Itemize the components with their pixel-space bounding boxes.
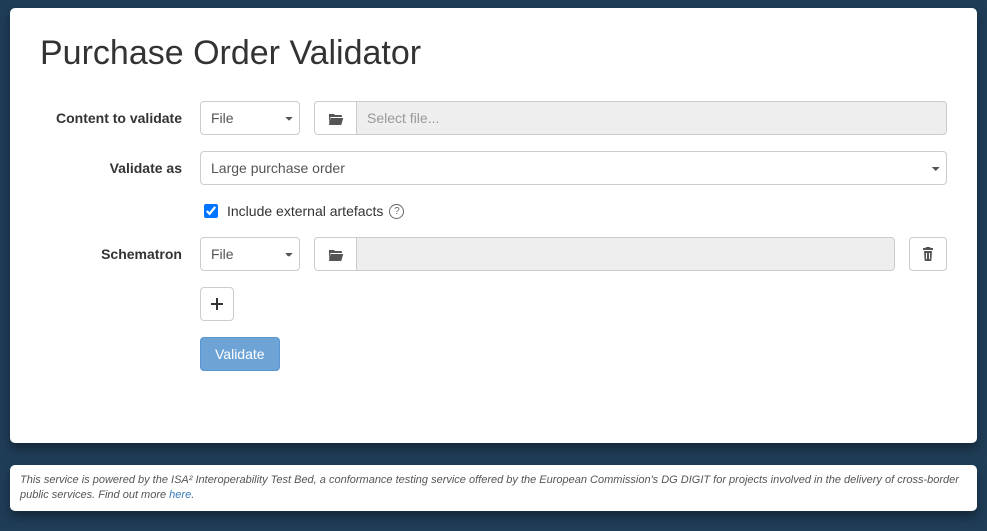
- folder-open-icon: [328, 112, 344, 125]
- schematron-browse-button[interactable]: [314, 237, 356, 271]
- content-file-input-group: [314, 101, 947, 135]
- footer-link[interactable]: here: [169, 489, 191, 501]
- footer-suffix: .: [191, 489, 194, 501]
- row-content-to-validate: Content to validate File: [40, 101, 947, 135]
- folder-open-icon: [328, 248, 344, 261]
- schematron-file-input[interactable]: [356, 237, 895, 271]
- content-source-select[interactable]: File: [200, 101, 300, 135]
- help-icon[interactable]: ?: [389, 204, 404, 219]
- validate-button[interactable]: Validate: [200, 337, 280, 371]
- footer-text: This service is powered by the ISA² Inte…: [20, 474, 959, 501]
- label-validate-as: Validate as: [40, 160, 200, 176]
- content-file-input[interactable]: [356, 101, 947, 135]
- row-validate-as: Validate as Large purchase order: [40, 151, 947, 185]
- include-external-checkbox[interactable]: [204, 204, 218, 218]
- trash-icon: [922, 247, 934, 261]
- validate-as-select[interactable]: Large purchase order: [200, 151, 947, 185]
- add-row-button[interactable]: [200, 287, 234, 321]
- schematron-source-select[interactable]: File: [200, 237, 300, 271]
- plus-icon: [211, 298, 223, 310]
- schematron-delete-button[interactable]: [909, 237, 947, 271]
- row-include-external: Include external artefacts ?: [200, 201, 947, 221]
- row-add: [40, 287, 947, 321]
- page-title: Purchase Order Validator: [40, 34, 947, 73]
- label-include-external: Include external artefacts: [227, 203, 383, 219]
- row-schematron: Schematron File: [40, 237, 947, 271]
- label-schematron: Schematron: [40, 246, 200, 262]
- validator-card: Purchase Order Validator Content to vali…: [10, 8, 977, 443]
- label-content-to-validate: Content to validate: [40, 110, 200, 126]
- schematron-file-input-group: [314, 237, 895, 271]
- footer-card: This service is powered by the ISA² Inte…: [10, 465, 977, 511]
- content-browse-button[interactable]: [314, 101, 356, 135]
- row-submit: Validate: [40, 337, 947, 371]
